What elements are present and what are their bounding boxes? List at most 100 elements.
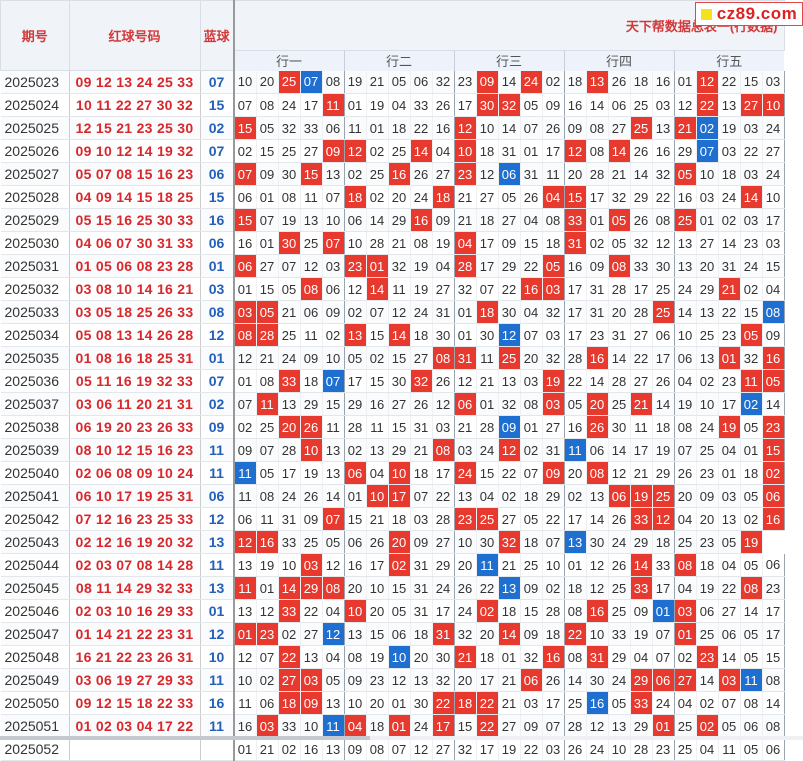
number-cell: 06 — [586, 438, 609, 462]
number-cell: 27 — [542, 415, 565, 439]
period-cell: 2025045 — [0, 576, 70, 600]
site-logo[interactable]: cz89.com — [695, 2, 803, 26]
table-row[interactable]: 2025033 03 05 18 25 26 33 08 03 05 21 06 09 02 07… — [0, 300, 785, 324]
number-cell: 21 — [410, 438, 433, 462]
number-cell: 11 — [256, 507, 279, 531]
table-row[interactable]: 2025028 04 09 14 15 18 25 15 06 01 08 11 07 18 02… — [0, 185, 785, 209]
table-row[interactable]: 2025037 03 06 11 20 21 31 02 07 11 13 29 15 29 16… — [0, 392, 785, 416]
number-cell: 06 — [762, 737, 785, 761]
number-cell: 03 — [740, 116, 763, 140]
table-row[interactable]: 2025044 02 03 07 08 14 28 11 13 19 10 03 12 16 17… — [0, 553, 785, 577]
number-cell: 11 — [233, 461, 257, 485]
number-cell: 10 — [696, 162, 719, 186]
number-cell: 09 — [300, 691, 323, 715]
number-cell: 19 — [740, 530, 763, 554]
table-row[interactable]: 2025050 09 12 15 18 22 33 16 11 06 18 09 13 10 20… — [0, 691, 785, 715]
number-cell: 11 — [542, 162, 565, 186]
number-cell: 23 — [696, 530, 719, 554]
number-cell: 12 — [674, 93, 697, 117]
number-cell: 24 — [410, 300, 433, 324]
table-row[interactable]: 2025048 16 21 22 23 26 31 10 12 07 22 13 04 08 19… — [0, 645, 785, 669]
number-cell: 05 — [542, 254, 565, 278]
table-row[interactable]: 2025043 02 12 16 19 20 32 13 12 16 33 25 05 06 26… — [0, 530, 784, 554]
number-cell: 02 — [388, 553, 411, 577]
number-cell: 14 — [278, 576, 301, 600]
number-cell: 06 — [674, 346, 697, 370]
number-cell: 13 — [300, 208, 323, 232]
number-cell: 12 — [476, 162, 499, 186]
number-cell: 13 — [696, 300, 719, 324]
number-cell: 01 — [344, 484, 367, 508]
number-cell: 17 — [432, 461, 455, 485]
number-cell: 32 — [454, 737, 477, 761]
number-cell: 27 — [300, 139, 323, 163]
red-balls-header[interactable]: 红球号码 — [68, 0, 201, 71]
number-cell: 12 — [586, 553, 609, 577]
number-cell: 26 — [366, 530, 389, 554]
scrollbar-thumb[interactable] — [0, 736, 370, 740]
red-balls-cell: 08 11 14 29 32 33 — [69, 576, 201, 600]
table-row[interactable]: 2025032 03 08 10 14 16 21 03 01 15 05 08 06 12 14… — [0, 277, 785, 301]
number-cell: 01 — [388, 691, 411, 715]
blue-ball-header[interactable]: 蓝球 — [199, 0, 235, 71]
number-cell: 17 — [762, 208, 785, 232]
table-row[interactable]: 2025024 10 11 22 27 30 32 15 07 08 24 17 11 01 19… — [0, 93, 785, 117]
table-row[interactable]: 2025030 04 06 07 30 31 33 06 16 01 30 25 07 10 28… — [0, 231, 785, 255]
table-row[interactable]: 2025045 08 11 14 29 32 33 13 11 01 14 29 08 20 10… — [0, 576, 785, 600]
number-cell: 29 — [630, 668, 653, 692]
number-cell: 22 — [740, 139, 763, 163]
number-cell: 12 — [322, 622, 345, 646]
table-row[interactable]: 2025052 01 21 02 16 13 09 08 07 12 27 32 17 19 22 03 26 2… — [0, 737, 785, 761]
table-row[interactable]: 2025027 05 07 08 15 16 23 06 07 09 30 15 13 02 25… — [0, 162, 785, 186]
number-cell: 07 — [256, 438, 279, 462]
number-cell: 10 — [300, 714, 323, 738]
blue-ball-cell: 08 — [200, 300, 235, 324]
number-cell: 28 — [630, 300, 653, 324]
table-row[interactable]: 2025039 08 10 12 15 16 23 11 09 07 28 10 13 02 13… — [0, 438, 785, 462]
table-row[interactable]: 2025047 01 14 21 22 23 31 12 01 23 02 27 12 13 15… — [0, 622, 785, 646]
table-row[interactable]: 2025040 02 06 08 09 10 24 11 11 05 17 19 13 06 04… — [0, 461, 785, 485]
table-row[interactable]: 2025025 12 15 21 23 25 30 02 15 05 32 33 06 11 01… — [0, 116, 785, 140]
table-row[interactable]: 2025023 09 12 13 24 25 33 07 10 20 25 07 08 19 21… — [0, 70, 785, 94]
number-cell: 33 — [564, 208, 587, 232]
number-cell: 32 — [454, 622, 477, 646]
table-row[interactable]: 2025038 06 19 20 23 26 33 09 02 25 20 26 11 28 11… — [0, 415, 785, 439]
number-cell: 05 — [322, 668, 345, 692]
number-cell: 08 — [586, 139, 609, 163]
number-cell: 22 — [542, 507, 565, 531]
number-cell: 09 — [322, 300, 345, 324]
number-cell: 07 — [410, 484, 433, 508]
table-row[interactable]: 2025026 09 10 12 14 19 32 07 02 15 25 27 09 12 02… — [0, 139, 785, 163]
number-cell: 20 — [388, 530, 411, 554]
red-balls-cell: 05 08 13 14 26 28 — [69, 323, 201, 347]
table-row[interactable]: 2025042 07 12 16 23 25 33 12 06 11 31 09 07 15 21… — [0, 507, 785, 531]
number-cell: 09 — [432, 208, 455, 232]
number-cell: 11 — [322, 93, 345, 117]
table-row[interactable]: 2025046 02 03 10 16 29 33 01 13 12 33 22 04 10 20… — [0, 599, 785, 623]
number-cell: 25 — [652, 484, 675, 508]
table-row[interactable]: 2025035 01 08 16 18 25 31 01 12 21 24 09 10 05 02… — [0, 346, 785, 370]
number-cell: 21 — [454, 645, 477, 669]
table-row[interactable]: 2025036 05 11 16 19 32 33 07 01 08 33 18 07 17 15… — [0, 369, 785, 393]
table-row[interactable]: 2025031 01 05 06 08 23 28 01 06 27 07 12 03 23 01… — [0, 254, 785, 278]
number-cell: 07 — [476, 277, 499, 301]
number-cell: 17 — [630, 277, 653, 301]
table-row[interactable]: 2025051 01 02 03 04 17 22 11 16 03 33 10 11 04 18… — [0, 714, 785, 738]
table-row[interactable]: 2025029 05 15 16 25 30 33 16 15 07 19 13 10 06 14… — [0, 208, 785, 232]
table-row[interactable]: 2025034 05 08 13 14 26 28 12 08 28 25 11 02 13 15… — [0, 323, 785, 347]
blue-ball-cell: 01 — [200, 346, 235, 370]
number-cell: 01 — [476, 392, 499, 416]
number-cell: 20 — [454, 553, 477, 577]
number-cell: 20 — [344, 576, 367, 600]
number-cell: 24 — [520, 70, 543, 94]
number-cell: 05 — [740, 645, 763, 669]
number-cell: 15 — [366, 622, 389, 646]
table-row[interactable]: 2025041 06 10 17 19 25 31 06 11 08 24 26 14 01 10… — [0, 484, 785, 508]
number-cell: 22 — [476, 714, 499, 738]
period-header[interactable]: 期号 — [0, 0, 70, 71]
number-cell: 13 — [322, 461, 345, 485]
table-row[interactable]: 2025049 03 06 19 27 29 33 11 10 02 27 03 05 09 23… — [0, 668, 785, 692]
number-cell: 10 — [762, 185, 785, 209]
number-cell: 14 — [762, 392, 785, 416]
red-balls-cell: 09 12 15 18 22 33 — [69, 691, 201, 715]
